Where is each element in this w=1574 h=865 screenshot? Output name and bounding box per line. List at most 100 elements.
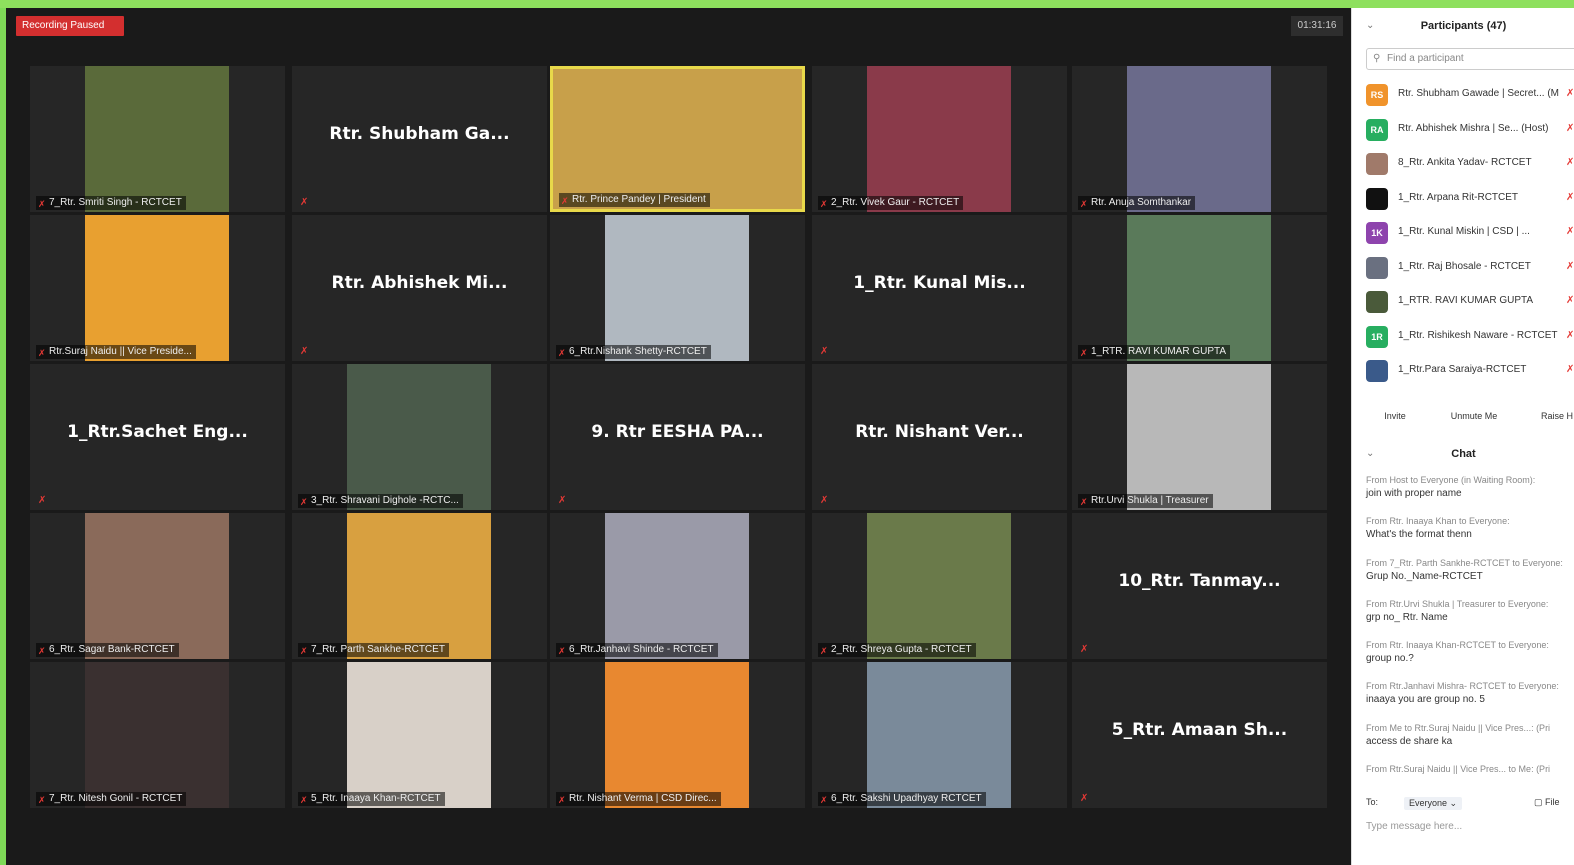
chat-message-sender: From Rtr.Urvi Shukla | Treasurer to Ever… xyxy=(1366,598,1549,609)
participants-title: Participants (47) xyxy=(1420,20,1507,32)
chat-messages: From Host to Everyone (in Waiting Room):… xyxy=(1366,475,1574,805)
meeting-timer: 01:31:16 xyxy=(1291,16,1343,36)
chat-message-text: inaaya you are group no. 5 xyxy=(1366,694,1485,706)
participant-name-text: 5_Rtr. Inaaya Khan-RCTCET xyxy=(311,793,441,804)
unmute-me-button[interactable]: Unmute Me xyxy=(1438,406,1510,426)
participant-video xyxy=(605,513,749,659)
muted-mic-icon: ✗ xyxy=(1566,191,1574,203)
participant-name-label: ✗ 3_Rtr. Shravani Dighole -RCTC... xyxy=(298,494,463,508)
muted-mic-icon: ✗ xyxy=(820,346,829,357)
participant-row[interactable]: RA Rtr. Abhishek Mishra | Se... (Host) ✗ xyxy=(1352,113,1574,148)
participant-tile[interactable]: ✗ 2_Rtr. Vivek Gaur - RCTCET xyxy=(812,66,1067,212)
chat-message: From Host to Everyone (in Waiting Room):… xyxy=(1366,475,1574,516)
muted-mic-icon: ✗ xyxy=(820,795,828,806)
muted-mic-icon: ✗ xyxy=(1566,122,1574,134)
participant-tile[interactable]: ✗ 6_Rtr. Sagar Bank-RCTCET xyxy=(30,513,285,659)
participant-tile[interactable]: 1_Rtr.Sachet Eng... ✗ xyxy=(30,364,285,510)
participant-tile[interactable]: ✗ 6_Rtr.Janhavi Shinde - RCTCET xyxy=(550,513,805,659)
participant-row[interactable]: 8_Rtr. Ankita Yadav- RCTCET ✗ xyxy=(1352,147,1574,182)
participant-tile[interactable]: ✗ 7_Rtr. Parth Sankhe-RCTCET xyxy=(292,513,547,659)
participant-name-label: ✗ Rtr. Anuja Somthankar xyxy=(1078,196,1196,210)
participant-name-text: Rtr.Suraj Naidu || Vice Preside... xyxy=(49,346,192,357)
participant-video xyxy=(1127,215,1271,361)
participant-display-name: Rtr. Nishant Ver... xyxy=(855,422,1024,442)
participant-video xyxy=(867,66,1011,212)
participant-tile[interactable]: ✗ 2_Rtr. Shreya Gupta - RCTCET xyxy=(812,513,1067,659)
participant-row[interactable]: 1R 1_Rtr. Rishikesh Naware - RCTCET ✗ xyxy=(1352,320,1574,355)
participant-tile[interactable]: ✗ 1_RTR. RAVI KUMAR GUPTA xyxy=(1072,215,1327,361)
chat-message-sender: From Rtr.Janhavi Mishra- RCTCET to Every… xyxy=(1366,681,1559,692)
recording-status-badge[interactable]: Recording Paused xyxy=(16,16,124,36)
participant-display-name: 9. Rtr EESHA PA... xyxy=(591,422,764,442)
muted-mic-icon: ✗ xyxy=(38,348,46,359)
participant-tile[interactable]: ✗ Rtr.Suraj Naidu || Vice Preside... xyxy=(30,215,285,361)
participant-name-text: Rtr. Nishant Verma | CSD Direc... xyxy=(569,793,717,804)
chat-message-sender: From 7_Rtr. Parth Sankhe-RCTCET to Every… xyxy=(1366,557,1563,568)
muted-mic-icon: ✗ xyxy=(1080,793,1089,804)
participant-tile[interactable]: ✗ 7_Rtr. Nitesh Gonil - RCTCET xyxy=(30,662,285,808)
participant-tile[interactable]: ✗ 7_Rtr. Smriti Singh - RCTCET xyxy=(30,66,285,212)
muted-mic-icon: ✗ xyxy=(1566,329,1574,341)
participant-name: 1_Rtr. Arpana Rit-RCTCET xyxy=(1398,191,1519,203)
participant-name-label: ✗ 6_Rtr.Nishank Shetty-RCTCET xyxy=(556,345,711,359)
chat-message-text: group no.? xyxy=(1366,653,1414,665)
file-button[interactable]: ▢ File xyxy=(1534,797,1560,808)
participant-name-text: Rtr. Anuja Somthankar xyxy=(1091,197,1192,208)
avatar xyxy=(1366,153,1388,175)
avatar xyxy=(1366,187,1388,210)
participant-tile[interactable]: 1_Rtr. Kunal Mis... ✗ xyxy=(812,215,1067,361)
muted-mic-icon: ✗ xyxy=(300,646,308,657)
invite-button[interactable]: Invite xyxy=(1370,406,1420,426)
muted-mic-icon: ✗ xyxy=(561,196,569,207)
muted-mic-icon: ✗ xyxy=(1566,295,1574,306)
participant-video xyxy=(85,662,229,808)
muted-mic-icon: ✗ xyxy=(558,495,567,506)
participant-row[interactable]: RS Rtr. Shubham Gawade | Secret... (M ✗ xyxy=(1352,78,1574,113)
participant-name-label: ✗ Rtr. Prince Pandey | President xyxy=(559,193,710,207)
participant-name-label: ✗ 6_Rtr. Sakshi Upadhyay RCTCET xyxy=(818,792,986,806)
participant-tile[interactable]: 5_Rtr. Amaan Sh... ✗ xyxy=(1072,662,1327,808)
participant-tile[interactable]: ✗ Rtr. Prince Pandey | President xyxy=(550,66,805,212)
participant-name-text: Rtr.Urvi Shukla | Treasurer xyxy=(1091,495,1209,506)
participant-row[interactable]: 1K 1_Rtr. Kunal Miskin | CSD | ... ✗ xyxy=(1352,216,1574,251)
participant-row[interactable]: 1_RTR. RAVI KUMAR GUPTA ✗ xyxy=(1352,285,1574,320)
window-top-strip xyxy=(0,0,1574,8)
chat-message-sender: From Host to Everyone (in Waiting Room): xyxy=(1366,475,1536,485)
participant-name-text: 2_Rtr. Shreya Gupta - RCTCET xyxy=(831,644,972,655)
participant-tile[interactable]: ✗ Rtr.Urvi Shukla | Treasurer xyxy=(1072,364,1327,510)
muted-mic-icon: ✗ xyxy=(558,646,566,657)
participant-row[interactable]: 1_Rtr.Para Saraiya-RCTCET ✗ xyxy=(1352,354,1574,389)
participant-name: 1_Rtr. Kunal Miskin | CSD | ... xyxy=(1398,226,1530,237)
participant-video xyxy=(605,662,749,808)
participants-header: ⌄ Participants (47) xyxy=(1352,8,1574,44)
participant-tile[interactable]: Rtr. Shubham Ga... ✗ xyxy=(292,66,547,212)
participant-video xyxy=(347,364,491,510)
participant-tile[interactable]: ✗ Rtr. Anuja Somthankar xyxy=(1072,66,1327,212)
chat-message-input[interactable]: Type message here... xyxy=(1366,821,1462,832)
participant-tile[interactable]: ✗ Rtr. Nishant Verma | CSD Direc... xyxy=(550,662,805,808)
participant-row[interactable]: 1_Rtr. Arpana Rit-RCTCET ✗ xyxy=(1352,182,1574,217)
chat-recipient-row: To: Everyone ⌄ ▢ File xyxy=(1366,797,1574,813)
participant-name-text: 7_Rtr. Nitesh Gonil - RCTCET xyxy=(49,793,183,804)
participant-name-label: ✗ 7_Rtr. Parth Sankhe-RCTCET xyxy=(298,643,449,657)
participant-tile[interactable]: ✗ 5_Rtr. Inaaya Khan-RCTCET xyxy=(292,662,547,808)
participant-tile[interactable]: 10_Rtr. Tanmay... ✗ xyxy=(1072,513,1327,659)
participant-name-text: 7_Rtr. Smriti Singh - RCTCET xyxy=(49,197,182,208)
participant-name-text: 6_Rtr.Nishank Shetty-RCTCET xyxy=(569,346,707,357)
participant-name: 1_RTR. RAVI KUMAR GUPTA xyxy=(1398,295,1534,306)
participant-tile[interactable]: Rtr. Nishant Ver... ✗ xyxy=(812,364,1067,510)
participant-tile[interactable]: ✗ 6_Rtr. Sakshi Upadhyay RCTCET xyxy=(812,662,1067,808)
avatar: 1R xyxy=(1366,325,1388,348)
participant-row[interactable]: 1_Rtr. Raj Bhosale - RCTCET ✗ xyxy=(1352,251,1574,286)
raise-hand-button[interactable]: Raise H xyxy=(1532,406,1574,426)
file-icon: ▢ xyxy=(1534,797,1543,807)
chat-message-sender: From Rtr.Suraj Naidu || Vice Pres... to … xyxy=(1366,764,1551,775)
participant-tile[interactable]: Rtr. Abhishek Mi... ✗ xyxy=(292,215,547,361)
participant-tile[interactable]: 9. Rtr EESHA PA... ✗ xyxy=(550,364,805,510)
participant-tile[interactable]: ✗ 3_Rtr. Shravani Dighole -RCTC... xyxy=(292,364,547,510)
participant-search-input[interactable]: ⚲ Find a participant xyxy=(1366,48,1574,70)
participant-tile[interactable]: ✗ 6_Rtr.Nishank Shetty-RCTCET xyxy=(550,215,805,361)
participant-name-text: Rtr. Prince Pandey | President xyxy=(572,194,706,205)
chat-header: ⌄ Chat xyxy=(1352,444,1574,464)
recipient-select[interactable]: Everyone ⌄ xyxy=(1404,797,1463,810)
